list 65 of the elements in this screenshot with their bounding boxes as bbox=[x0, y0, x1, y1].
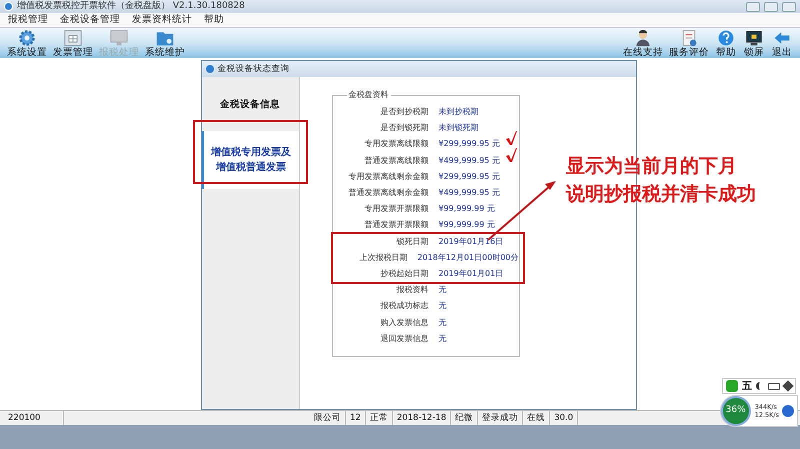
gear-icon bbox=[19, 30, 35, 46]
field-value: 无 bbox=[438, 300, 446, 312]
keyboard-icon bbox=[768, 382, 780, 390]
field-value: ¥299,999.95 元 bbox=[438, 170, 500, 183]
field-value: ¥299,999.95 元 bbox=[438, 138, 500, 150]
toolbar-button[interactable]: 锁屏 bbox=[740, 29, 768, 58]
menu-item[interactable]: 金税设备管理 bbox=[60, 12, 120, 28]
restore-button[interactable] bbox=[764, 2, 778, 12]
field-value: ¥99,999.99 元 bbox=[438, 203, 495, 216]
dialog-title: 金税设备状态查询 bbox=[218, 62, 290, 76]
toolbar-button[interactable]: 系统设置 bbox=[4, 29, 50, 58]
toolbar-button[interactable]: 发票管理 bbox=[50, 29, 96, 58]
help-icon bbox=[718, 30, 734, 46]
field-value: 无 bbox=[438, 316, 446, 329]
ime-logo-icon bbox=[726, 380, 738, 392]
field-label: 退回发票信息 bbox=[380, 332, 428, 345]
field-label: 是否到锁死期 bbox=[380, 122, 428, 134]
field-value: 2019年01月01日 bbox=[438, 268, 504, 280]
app-logo-icon bbox=[4, 2, 13, 11]
group-title: 金税盘资料 bbox=[346, 89, 390, 101]
notebook-icon bbox=[682, 30, 696, 46]
field-value: 未到锁死期 bbox=[438, 122, 478, 134]
field-value: ¥499,999.95 元 bbox=[438, 154, 500, 167]
close-button[interactable] bbox=[782, 2, 796, 12]
plus-icon bbox=[782, 405, 794, 417]
field-value: ¥99,999.99 元 bbox=[438, 219, 495, 232]
field-label: 普通发票开票限额 bbox=[364, 219, 428, 232]
app-logo-icon bbox=[206, 65, 214, 73]
menu-item[interactable]: 发票资料统计 bbox=[132, 12, 192, 28]
toolbar-button[interactable]: 系统维护 bbox=[142, 29, 188, 58]
sidebar-tab[interactable]: 增值税专用发票及增值税普通发票 bbox=[202, 131, 298, 189]
field-label: 普通发票离线限额 bbox=[364, 154, 428, 167]
toolbar-button[interactable]: 服务评价 bbox=[666, 29, 712, 58]
toolbar-button[interactable]: 退出 bbox=[768, 29, 796, 58]
toolbar-button[interactable]: 在线支持 bbox=[620, 29, 666, 58]
monitor-icon bbox=[110, 30, 128, 46]
field-label: 购入发票信息 bbox=[380, 316, 428, 329]
menu-item[interactable]: 报税管理 bbox=[8, 12, 48, 28]
field-label: 专用发票离线限额 bbox=[364, 138, 428, 150]
field-label: 是否到抄税期 bbox=[380, 106, 428, 118]
field-value: 2019年01月16日 bbox=[438, 236, 504, 248]
toolbar-button[interactable]: 帮助 bbox=[712, 29, 740, 58]
ime-mode[interactable]: 五 bbox=[742, 378, 752, 394]
field-label: 专用发票开票限额 bbox=[364, 203, 428, 216]
minimize-button[interactable] bbox=[746, 2, 760, 12]
field-value: 无 bbox=[438, 332, 446, 345]
field-label: 报税资料 bbox=[396, 284, 428, 296]
field-value: 2018年12月01日00时00分 bbox=[417, 252, 518, 264]
field-label: 锁死日期 bbox=[396, 236, 428, 248]
grid-icon bbox=[64, 30, 82, 46]
folder-icon bbox=[156, 32, 174, 46]
lock-screen-icon bbox=[746, 31, 762, 46]
field-value: ¥499,999.95 元 bbox=[438, 187, 500, 200]
field-label: 专用发票离线剩余金额 bbox=[348, 170, 428, 183]
cpu-gauge: 36% bbox=[720, 396, 751, 426]
field-value: 未到抄税期 bbox=[438, 106, 478, 118]
field-value: 无 bbox=[438, 284, 446, 296]
exit-arrow-icon bbox=[774, 32, 790, 44]
menu-item[interactable]: 帮助 bbox=[204, 12, 224, 28]
field-label: 上次报税日期 bbox=[358, 252, 408, 264]
field-label: 报税成功标志 bbox=[380, 300, 428, 312]
person-icon bbox=[636, 30, 650, 46]
field-label: 抄税起始日期 bbox=[380, 268, 428, 280]
window-title: 增值税发票税控开票软件（金税盘版） V2.1.30.180828 bbox=[17, 2, 245, 11]
field-label: 普通发票离线剩余金额 bbox=[348, 187, 428, 200]
